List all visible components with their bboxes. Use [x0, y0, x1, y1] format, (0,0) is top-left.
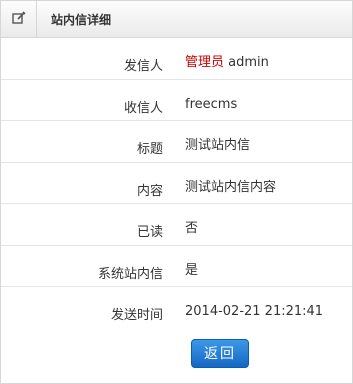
row-system: 系统站内信 是: [1, 246, 352, 287]
row-content: 内容 测试站内信内容: [1, 163, 352, 204]
row-recipient: 收信人 freecms: [1, 80, 352, 121]
edit-icon: [11, 10, 26, 29]
sender-role: 管理员: [185, 55, 225, 70]
header-icon-box: [1, 1, 37, 37]
row-sender: 发信人 管理员 admin: [1, 38, 352, 80]
panel-title: 站内信详细: [51, 12, 112, 27]
sent-time-label: 发送时间: [110, 308, 163, 323]
detail-rows: 发信人 管理员 admin 收信人 freecms 标题 测试站内信 内容 测试…: [1, 38, 352, 329]
back-button[interactable]: 返回: [191, 338, 249, 368]
system-value: 是: [185, 262, 199, 278]
sender-label: 发信人: [123, 59, 163, 74]
row-read: 已读 否: [1, 204, 352, 246]
row-subject: 标题 测试站内信: [1, 121, 352, 163]
sender-value: 管理员 admin: [171, 38, 352, 79]
system-label: 系统站内信: [97, 266, 163, 282]
content-label: 内容: [136, 183, 163, 199]
sent-time-value: 2014-02-21 21:21:41: [185, 304, 324, 319]
read-value: 否: [185, 221, 199, 236]
panel-header: 站内信详细: [1, 1, 352, 38]
recipient-label: 收信人: [123, 100, 163, 116]
subject-label: 标题: [136, 142, 163, 157]
message-detail-panel: 站内信详细 发信人 管理员 admin 收信人 freecms 标题 测试站内信…: [0, 0, 353, 384]
content-value: 测试站内信内容: [185, 179, 277, 195]
row-sent-time: 发送时间 2014-02-21 21:21:41: [1, 287, 352, 329]
actions-bar: 返回: [1, 329, 352, 379]
subject-value: 测试站内信: [185, 138, 251, 153]
read-label: 已读: [136, 225, 163, 240]
recipient-value: freecms: [185, 96, 238, 112]
sender-name: admin: [228, 55, 269, 70]
